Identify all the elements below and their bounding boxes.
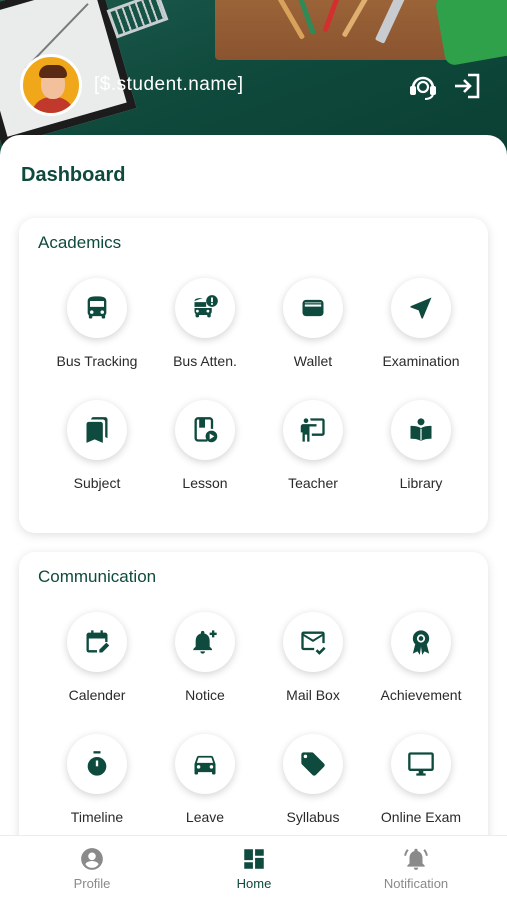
- tile-label: Calender: [68, 687, 126, 703]
- nav-notification[interactable]: Notification: [356, 846, 476, 891]
- tile-subject[interactable]: Subject: [43, 400, 151, 491]
- nav-label: Notification: [383, 876, 449, 891]
- communication-title: Communication: [38, 567, 157, 586]
- tile-lesson[interactable]: Lesson: [151, 400, 259, 491]
- tile-label: Syllabus: [286, 809, 340, 825]
- bus-icon: [67, 278, 127, 338]
- bell-ring-icon: [404, 848, 428, 870]
- tile-label: Achievement: [380, 687, 462, 703]
- dashboard-grid-icon: [244, 849, 264, 869]
- decorative-basket: [106, 0, 169, 39]
- tile-label: Library: [399, 475, 443, 491]
- tag-icon: [283, 734, 343, 794]
- tile-achievement[interactable]: Achievement: [367, 612, 475, 703]
- tile-label: Mail Box: [286, 687, 340, 703]
- tile-label: Timeline: [70, 809, 124, 825]
- tile-library[interactable]: Library: [367, 400, 475, 491]
- page-title: Dashboard: [21, 164, 126, 186]
- stopwatch-icon: [67, 734, 127, 794]
- avatar[interactable]: [20, 54, 82, 116]
- tile-label: Teacher: [288, 475, 338, 491]
- tile-label: Bus Atten.: [173, 353, 237, 369]
- tile-teacher[interactable]: Teacher: [259, 400, 367, 491]
- account-circle-icon: [81, 848, 103, 870]
- decorative-wooden-board: [215, 0, 465, 60]
- bookmarks-icon: [67, 400, 127, 460]
- nav-label: Home: [236, 876, 272, 891]
- bottom-navigation: Profile Home Notification: [0, 835, 507, 900]
- award-ribbon-icon: [391, 612, 451, 672]
- car-icon: [175, 734, 235, 794]
- tile-label: Lesson: [182, 475, 228, 491]
- tile-label: Wallet: [293, 353, 333, 369]
- tile-label: Bus Tracking: [56, 353, 138, 369]
- tile-label: Online Exam: [380, 809, 462, 825]
- dashboard-content[interactable]: Dashboard Academics Bus Tracking Bus Att…: [0, 135, 507, 835]
- nav-label: Profile: [73, 876, 111, 891]
- tile-online-exam[interactable]: Online Exam: [367, 734, 475, 825]
- tile-label: Notice: [185, 687, 225, 703]
- communication-card: Communication Calender Notice Mail Box A…: [19, 552, 488, 835]
- calendar-edit-icon: [67, 612, 127, 672]
- student-name: [$.student.name]: [94, 74, 244, 95]
- decorative-bucket: [434, 0, 507, 67]
- tile-examination[interactable]: Examination: [367, 278, 475, 369]
- tile-timeline[interactable]: Timeline: [43, 734, 151, 825]
- tile-notice[interactable]: Notice: [151, 612, 259, 703]
- reading-book-icon: [391, 400, 451, 460]
- logout-icon[interactable]: [452, 72, 482, 100]
- navigation-arrow-icon: [391, 278, 451, 338]
- mail-check-icon: [283, 612, 343, 672]
- tile-wallet[interactable]: Wallet: [259, 278, 367, 369]
- tile-label: Subject: [73, 475, 121, 491]
- monitor-icon: [391, 734, 451, 794]
- nav-home[interactable]: Home: [194, 846, 314, 891]
- academics-card: Academics Bus Tracking Bus Atten. Wallet…: [19, 218, 488, 533]
- tile-mail-box[interactable]: Mail Box: [259, 612, 367, 703]
- nav-profile[interactable]: Profile: [32, 846, 152, 891]
- bell-plus-icon: [175, 612, 235, 672]
- tile-label: Examination: [382, 353, 460, 369]
- wallet-icon: [283, 278, 343, 338]
- tile-bus-attendance[interactable]: Bus Atten.: [151, 278, 259, 369]
- tile-leave[interactable]: Leave: [151, 734, 259, 825]
- tile-syllabus[interactable]: Syllabus: [259, 734, 367, 825]
- bus-alert-icon: [175, 278, 235, 338]
- tile-bus-tracking[interactable]: Bus Tracking: [43, 278, 151, 369]
- teacher-board-icon: [283, 400, 343, 460]
- academics-title: Academics: [38, 233, 122, 252]
- tile-label: Leave: [185, 809, 225, 825]
- support-agent-icon[interactable]: [408, 72, 438, 100]
- video-lesson-icon: [175, 400, 235, 460]
- tile-calender[interactable]: Calender: [43, 612, 151, 703]
